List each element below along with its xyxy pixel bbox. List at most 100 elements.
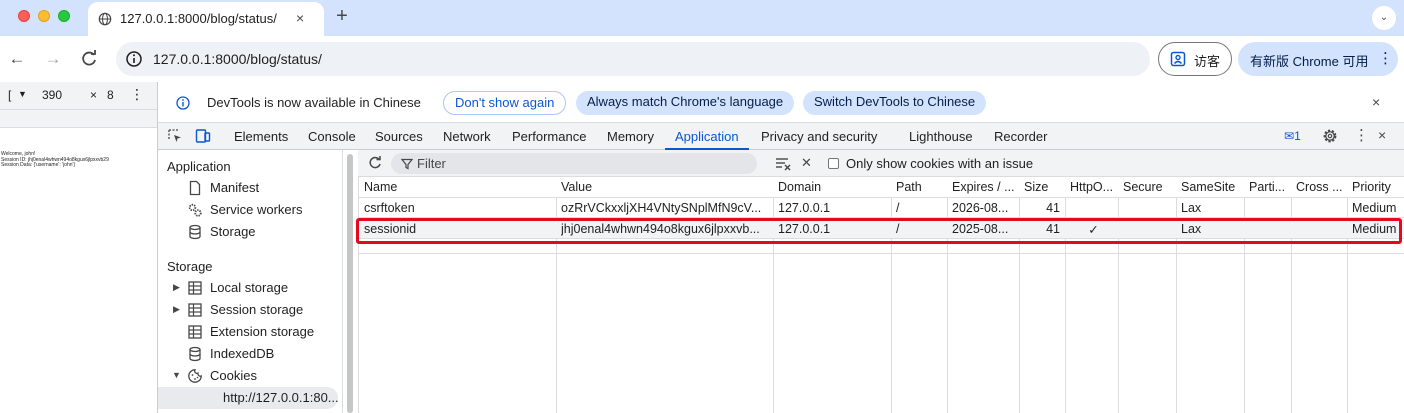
cell-size: 41 xyxy=(1046,222,1060,236)
column-header-path[interactable]: Path xyxy=(896,180,946,194)
table-empty-row xyxy=(359,240,1404,254)
new-tab-button[interactable]: + xyxy=(332,6,352,26)
table-icon xyxy=(188,303,202,317)
device-more-icon[interactable]: ⋮ xyxy=(130,86,144,103)
table-header: Name Value Domain Path Expires / ... Siz… xyxy=(359,177,1404,198)
cell-samesite: Lax xyxy=(1181,222,1202,236)
column-header-cross-site[interactable]: Cross ... xyxy=(1296,180,1346,194)
only-issue-checkbox[interactable] xyxy=(828,158,839,169)
devtools-more-icon[interactable]: ⋮ xyxy=(1354,126,1369,144)
device-width-input[interactable]: 390 xyxy=(42,88,62,102)
switch-to-chinese-button[interactable]: Switch DevTools to Chinese xyxy=(803,91,987,115)
url-text[interactable]: 127.0.0.1:8000/blog/status/ xyxy=(153,51,322,67)
reload-icon[interactable] xyxy=(78,48,100,70)
window-close-button[interactable] xyxy=(18,10,30,22)
window-maximize-button[interactable] xyxy=(58,10,70,22)
sidebar-item-label: Cookies xyxy=(210,368,257,383)
guest-profile-button[interactable]: 访客 xyxy=(1158,42,1232,76)
infobar-close-icon[interactable]: × xyxy=(1372,94,1380,110)
filter-box[interactable] xyxy=(391,153,757,174)
column-header-name[interactable]: Name xyxy=(364,180,554,194)
table-icon xyxy=(188,325,202,339)
column-header-value[interactable]: Value xyxy=(561,180,771,194)
tab-title: 127.0.0.1:8000/blog/status/ xyxy=(120,11,277,26)
delete-selected-icon[interactable]: ✕ xyxy=(801,155,812,171)
chrome-menu-icon[interactable]: ⋮ xyxy=(1378,49,1393,67)
sidebar-item-cookie-origin[interactable]: http://127.0.0.1:80... xyxy=(158,387,339,409)
sidebar-scrollbar[interactable] xyxy=(345,150,355,413)
document-icon xyxy=(189,180,201,196)
browser-tabstrip: 127.0.0.1:8000/blog/status/ × + ⌄ xyxy=(0,0,1404,36)
sidebar-scroll-thumb[interactable] xyxy=(347,154,353,413)
device-toolbar-icon[interactable] xyxy=(195,128,211,144)
column-header-expires[interactable]: Expires / ... xyxy=(952,180,1018,194)
table-row[interactable]: csrftoken ozRrVCkxxljXH4VNtySNplMfN9cV..… xyxy=(359,198,1404,218)
column-header-domain[interactable]: Domain xyxy=(778,180,888,194)
expand-arrow-icon[interactable]: ▶ xyxy=(173,282,180,293)
globe-icon xyxy=(98,12,112,26)
devtools-close-icon[interactable]: × xyxy=(1378,127,1386,143)
device-ruler xyxy=(0,110,157,128)
application-sidebar: Application Manifest Service workers Sto… xyxy=(158,150,343,413)
inspect-element-icon[interactable] xyxy=(167,128,183,144)
cell-name: sessionid xyxy=(364,222,417,236)
database-icon xyxy=(189,224,201,240)
chrome-update-button[interactable]: 有新版 Chrome 可用 ⋮ xyxy=(1238,42,1398,76)
cell-value: ozRrVCkxxljXH4VNtySNplMfN9cV... xyxy=(561,201,762,215)
tab-elements[interactable]: Elements xyxy=(234,123,288,150)
devtools-tabbar: Elements Console Sources Network Perform… xyxy=(158,123,1404,150)
tab-console[interactable]: Console xyxy=(308,123,356,150)
cell-httponly: ✓ xyxy=(1088,223,1099,237)
clear-all-icon[interactable] xyxy=(774,154,792,172)
sidebar-item-label: Local storage xyxy=(210,280,289,295)
infobar-message: DevTools is now available in Chinese xyxy=(207,95,421,110)
cookie-icon xyxy=(188,369,202,383)
page-viewport: [ ▼ 390 × 8 ⋮ Welcome, john! Session ID:… xyxy=(0,82,157,413)
column-header-priority[interactable]: Priority xyxy=(1352,180,1404,194)
device-dimensions-bracket: [ xyxy=(8,88,12,102)
tab-sources[interactable]: Sources xyxy=(375,123,423,150)
issues-count: 1 xyxy=(1294,129,1301,143)
table-icon xyxy=(188,281,202,295)
tab-recorder[interactable]: Recorder xyxy=(994,123,1047,150)
column-header-size[interactable]: Size xyxy=(1024,180,1064,194)
device-toolbar: [ ▼ 390 × 8 ⋮ xyxy=(0,82,157,110)
site-info-icon[interactable] xyxy=(124,49,144,69)
preview-session-data: Session Data: {'username': 'john'} xyxy=(1,162,76,168)
tab-lighthouse[interactable]: Lighthouse xyxy=(909,123,973,150)
match-language-button[interactable]: Always match Chrome's language xyxy=(576,91,795,115)
window-minimize-button[interactable] xyxy=(38,10,50,22)
tab-close-icon[interactable]: × xyxy=(296,10,304,26)
issues-counter[interactable]: ✉1 xyxy=(1284,129,1301,143)
column-header-httponly[interactable]: HttpO... xyxy=(1070,180,1117,194)
dont-show-again-button[interactable]: Don't show again xyxy=(443,91,567,115)
filter-input[interactable] xyxy=(417,155,747,172)
tab-performance[interactable]: Performance xyxy=(512,123,586,150)
cell-size: 41 xyxy=(1046,201,1060,215)
column-header-partition-key[interactable]: Parti... xyxy=(1249,180,1290,194)
back-icon[interactable]: ← xyxy=(6,48,28,70)
sidebar-heading-application: Application xyxy=(167,159,231,174)
browser-tab[interactable]: 127.0.0.1:8000/blog/status/ × xyxy=(88,2,324,36)
table-row[interactable]: sessionid jhj0enal4whwn494o8kgux6jlpxxvb… xyxy=(359,219,1404,239)
refresh-icon[interactable] xyxy=(367,155,383,171)
cookies-toolbar: ✕ Only show cookies with an issue xyxy=(358,150,1404,177)
device-height-input[interactable]: 8 xyxy=(107,88,114,102)
tab-search-button[interactable]: ⌄ xyxy=(1372,6,1396,30)
address-bar[interactable]: 127.0.0.1:8000/blog/status/ xyxy=(116,42,1150,76)
tab-network[interactable]: Network xyxy=(443,123,491,150)
collapse-arrow-icon[interactable]: ▼ xyxy=(172,370,181,380)
device-dropdown-icon[interactable]: ▼ xyxy=(18,89,27,99)
device-times-sign: × xyxy=(90,88,98,102)
forward-icon[interactable]: → xyxy=(42,48,64,70)
tab-memory[interactable]: Memory xyxy=(607,123,654,150)
settings-gear-icon[interactable] xyxy=(1322,128,1338,144)
tab-application[interactable]: Application xyxy=(665,123,749,150)
column-header-samesite[interactable]: SameSite xyxy=(1181,180,1243,194)
cell-path: / xyxy=(896,222,900,236)
only-issue-label[interactable]: Only show cookies with an issue xyxy=(846,156,1033,171)
column-header-secure[interactable]: Secure xyxy=(1123,180,1175,194)
language-infobar: DevTools is now available in Chinese Don… xyxy=(158,82,1404,123)
expand-arrow-icon[interactable]: ▶ xyxy=(173,304,180,315)
tab-privacy-security[interactable]: Privacy and security xyxy=(761,123,877,150)
